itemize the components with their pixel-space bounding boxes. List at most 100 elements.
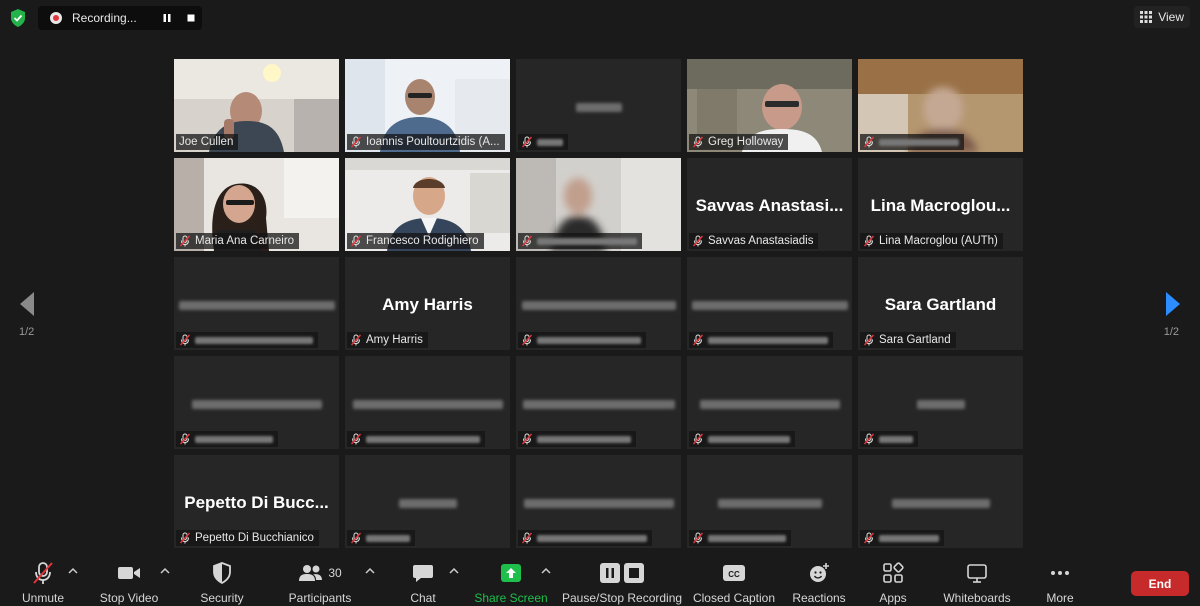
view-button[interactable]: View — [1134, 6, 1190, 28]
audio-options-chevron-icon[interactable] — [67, 566, 79, 576]
participant-tile[interactable] — [687, 257, 852, 350]
muted-microphone-icon — [863, 136, 875, 148]
pause-stop-recording-icon — [600, 563, 644, 583]
participant-name: Savvas Anastasiadis — [708, 235, 814, 247]
muted-microphone-icon — [521, 433, 533, 445]
redacted-participant-name — [879, 138, 959, 146]
redacted-display-name — [522, 400, 675, 409]
redacted-participant-name — [195, 336, 313, 344]
participant-name-tag — [860, 431, 918, 447]
participant-tile[interactable]: Maria Ana Carneiro — [174, 158, 339, 251]
stop-video-label: Stop Video — [99, 591, 159, 605]
chat-options-chevron-icon[interactable] — [448, 566, 460, 576]
redacted-participant-name — [537, 435, 631, 443]
participant-display-name: Amy Harris — [382, 295, 473, 314]
participant-tile[interactable] — [516, 455, 681, 548]
redacted-display-name — [398, 499, 457, 508]
security-shield-icon[interactable] — [8, 8, 28, 28]
redacted-participant-name — [537, 336, 641, 344]
muted-microphone-icon — [179, 433, 191, 445]
participant-tile[interactable]: Pepetto Di Bucc... Pepetto Di Bucchianico — [174, 455, 339, 548]
stop-icon — [187, 14, 195, 22]
participant-tile[interactable] — [858, 455, 1023, 548]
participant-name-tag — [518, 431, 636, 447]
redacted-display-name — [916, 400, 965, 409]
participant-tile[interactable]: Greg Holloway — [687, 59, 852, 152]
participant-tile[interactable] — [345, 356, 510, 449]
participants-button[interactable]: 30 Participants — [286, 560, 354, 606]
participant-tile[interactable] — [516, 356, 681, 449]
participant-tile[interactable]: Sara Gartland Sara Gartland — [858, 257, 1023, 350]
whiteboards-button[interactable]: Whiteboards — [940, 560, 1014, 606]
share-screen-button[interactable]: Share Screen — [474, 560, 548, 606]
redacted-display-name — [717, 499, 822, 508]
redacted-display-name — [699, 400, 840, 409]
participant-tile[interactable] — [687, 455, 852, 548]
participant-tile[interactable]: Savvas Anastasi... Savvas Anastasiadis — [687, 158, 852, 251]
chat-button[interactable]: Chat — [404, 560, 442, 606]
redacted-participant-name — [879, 534, 939, 542]
redacted-participant-name — [708, 336, 828, 344]
participant-tile[interactable]: Ioannis Poultourtzidis (A... — [345, 59, 510, 152]
more-button[interactable]: More — [1042, 560, 1078, 606]
redacted-participant-name — [366, 534, 410, 542]
previous-page-arrow-icon[interactable] — [16, 290, 40, 318]
redacted-display-name — [523, 499, 674, 508]
pause-stop-recording-label: Pause/Stop Recording — [561, 591, 683, 605]
muted-microphone-icon — [350, 235, 362, 247]
closed-caption-button[interactable]: CC Closed Caption — [693, 560, 775, 606]
whiteboard-icon — [967, 564, 987, 583]
share-options-chevron-icon[interactable] — [540, 566, 552, 576]
participant-name-tag: Maria Ana Carneiro — [176, 233, 300, 249]
participant-tile[interactable] — [174, 356, 339, 449]
end-meeting-button[interactable]: End — [1131, 571, 1189, 596]
muted-microphone-icon — [692, 334, 704, 346]
participant-tile[interactable]: Lina Macroglou... Lina Macroglou (AUTh) — [858, 158, 1023, 251]
participant-name-tag — [518, 134, 568, 150]
share-screen-icon — [501, 564, 521, 582]
stop-recording-button[interactable] — [182, 9, 200, 27]
reactions-smiley-icon — [810, 563, 829, 582]
reactions-button[interactable]: Reactions — [791, 560, 847, 606]
redacted-participant-name — [195, 435, 273, 443]
participant-name-tag: Francesco Rodighiero — [347, 233, 484, 249]
participant-tile[interactable] — [174, 257, 339, 350]
video-options-chevron-icon[interactable] — [159, 566, 171, 576]
participant-tile[interactable]: Francesco Rodighiero — [345, 158, 510, 251]
svg-text:CC: CC — [728, 570, 740, 579]
more-label: More — [1046, 591, 1074, 605]
participant-tile[interactable] — [516, 59, 681, 152]
redacted-display-name — [352, 400, 503, 409]
pause-recording-button[interactable] — [158, 9, 176, 27]
participant-tile[interactable] — [345, 455, 510, 548]
participant-tile[interactable] — [858, 59, 1023, 152]
apps-button[interactable]: Apps — [876, 560, 910, 606]
participant-tile[interactable] — [858, 356, 1023, 449]
participant-tile[interactable]: Joe Cullen — [174, 59, 339, 152]
muted-microphone-icon — [863, 532, 875, 544]
muted-microphone-icon — [692, 136, 704, 148]
security-button[interactable]: Security — [197, 560, 247, 606]
participant-name-tag: Ioannis Poultourtzidis (A... — [347, 134, 505, 150]
muted-microphone-icon — [179, 235, 191, 247]
pause-stop-recording-button[interactable]: Pause/Stop Recording — [561, 560, 683, 606]
view-label: View — [1158, 10, 1184, 24]
share-screen-label: Share Screen — [474, 591, 548, 605]
participant-name-tag — [347, 431, 485, 447]
unmute-button[interactable]: Unmute — [18, 560, 68, 606]
participant-tile[interactable] — [516, 257, 681, 350]
participant-name-tag: Sara Gartland — [860, 332, 956, 348]
muted-microphone-icon — [521, 235, 533, 247]
participant-tile[interactable] — [516, 158, 681, 251]
participant-tile[interactable]: Amy Harris Amy Harris — [345, 257, 510, 350]
recording-label: Recording... — [72, 11, 137, 25]
stop-video-button[interactable]: Stop Video — [98, 560, 160, 606]
participants-options-chevron-icon[interactable] — [364, 566, 376, 576]
muted-microphone-icon — [350, 136, 362, 148]
participant-tile[interactable] — [687, 356, 852, 449]
participant-name: Maria Ana Carneiro — [195, 235, 295, 247]
participant-name-tag — [518, 530, 652, 546]
recording-indicator: Recording... — [38, 6, 202, 30]
security-label: Security — [200, 591, 244, 605]
next-page-arrow-icon[interactable] — [1160, 290, 1184, 318]
